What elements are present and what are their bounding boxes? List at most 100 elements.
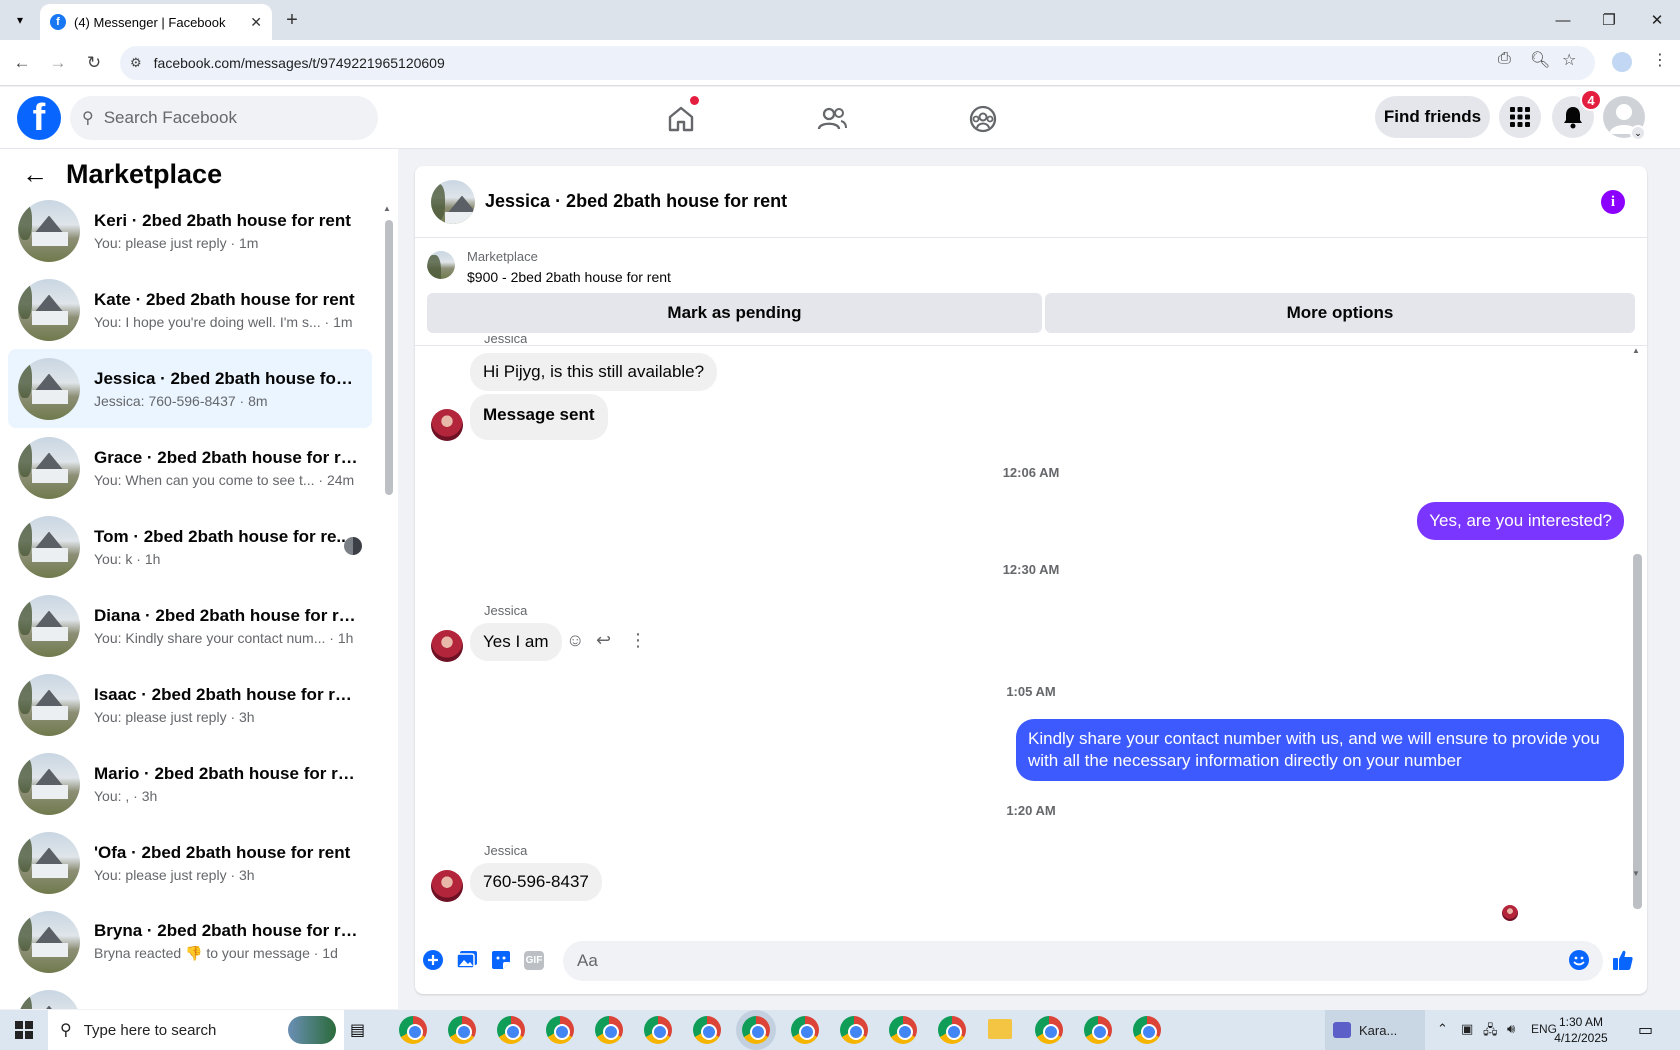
incoming-message[interactable]: Hi Pijyg, is this still available? — [470, 353, 718, 391]
seen-receipt-avatar — [1502, 905, 1518, 921]
site-info-icon[interactable]: ⚙ — [130, 55, 142, 71]
conversation-item[interactable]: 'Ofa · 2bed 2bath house for rent You: ple… — [8, 823, 372, 902]
camera-icon[interactable]: ▣ — [1461, 1021, 1473, 1037]
account-chevron-icon[interactable]: ⌄ — [1630, 125, 1646, 141]
facebook-search[interactable]: ⚲ — [70, 96, 378, 140]
listing-title[interactable]: $900 - 2bed 2bath house for rent — [467, 269, 671, 285]
conversation-item[interactable]: Kate · 2bed 2bath house for rent You: I h… — [8, 270, 372, 349]
close-tab-icon[interactable]: ✕ — [250, 14, 262, 31]
incoming-message[interactable]: Yes I am — [470, 623, 562, 661]
search-input[interactable] — [103, 108, 354, 128]
friends-nav-icon[interactable] — [812, 99, 852, 139]
chrome-menu-icon[interactable]: ⋮ — [1652, 50, 1668, 70]
plus-icon[interactable] — [421, 948, 445, 972]
chrome-taskbar-icon[interactable] — [938, 1016, 966, 1044]
sticker-icon[interactable] — [489, 948, 513, 972]
scroll-up-arrow[interactable]: ▲ — [383, 204, 391, 213]
conversation-item[interactable]: Keri · 2bed 2bath house for rent You: ple… — [8, 191, 372, 270]
react-emoji-icon[interactable]: ☺ — [566, 630, 584, 651]
minimize-button[interactable]: — — [1548, 6, 1578, 34]
conversation-item[interactable]: Mario · 2bed 2bath house for rent You: , … — [8, 744, 372, 823]
outgoing-message[interactable]: Yes, are you interested? — [1417, 502, 1624, 540]
conversation-item[interactable]: Grace · 2bed 2bath house for rent You: Wh… — [8, 428, 372, 507]
reply-icon[interactable]: ↩ — [596, 630, 611, 651]
groups-nav-icon[interactable] — [963, 99, 1003, 139]
clock[interactable]: 1:30 AM 4/12/2025 — [1545, 1014, 1617, 1046]
zoom-icon[interactable]: 🔍︎ — [1530, 50, 1550, 70]
chrome-taskbar-icon[interactable] — [595, 1016, 623, 1044]
conversation-item[interactable]: Tom · 2bed 2bath house for re... You: k ·… — [8, 507, 372, 586]
network-icon[interactable]: 🖧︎ — [1483, 1021, 1498, 1043]
new-tab-button[interactable]: + — [280, 8, 304, 32]
jessica-avatar[interactable] — [431, 870, 463, 902]
conversation-item[interactable]: Isaac · 2bed 2bath house for rent You: pl… — [8, 665, 372, 744]
jessica-avatar[interactable] — [431, 630, 463, 662]
back-arrow-icon[interactable]: ← — [22, 159, 48, 190]
chrome-taskbar-icon[interactable] — [1084, 1016, 1112, 1044]
more-actions-icon[interactable]: ⋮ — [629, 630, 647, 651]
chat-scroll-thumb[interactable] — [1633, 554, 1642, 909]
chevron-up-icon[interactable]: ⌃ — [1437, 1021, 1448, 1037]
message-input[interactable] — [563, 941, 1603, 981]
reload-button[interactable]: ↻ — [80, 49, 108, 77]
install-app-icon[interactable]: ⎙ — [1498, 50, 1511, 68]
tab-search-button[interactable]: ▾ — [8, 8, 32, 32]
gif-icon[interactable]: GIF — [522, 948, 546, 972]
photo-icon[interactable] — [455, 948, 479, 972]
thumbs-up-icon[interactable] — [1611, 948, 1635, 972]
mark-as-pending-button[interactable]: Mark as pending — [427, 293, 1042, 333]
jessica-avatar[interactable] — [431, 409, 463, 441]
facebook-logo[interactable]: f — [17, 96, 61, 140]
menu-grid-button[interactable] — [1499, 96, 1541, 138]
back-button[interactable]: ← — [8, 49, 36, 77]
chrome-taskbar-icon[interactable] — [840, 1016, 868, 1044]
forward-button[interactable]: → — [44, 49, 72, 77]
sidebar-scrollbar[interactable]: ▲ — [383, 204, 393, 1004]
start-button[interactable] — [0, 1010, 48, 1050]
outgoing-message[interactable]: Kindly share your contact number with us… — [1016, 719, 1624, 781]
chrome-taskbar-icon[interactable] — [546, 1016, 574, 1044]
tray-app-button[interactable]: Kara... — [1325, 1010, 1425, 1050]
conversation-text: Tom · 2bed 2bath house for re... You: k ·… — [94, 527, 359, 567]
scroll-down-arrow[interactable]: ▼ — [1632, 869, 1640, 878]
chat-scrollbar[interactable]: ▲ ▼ — [1632, 346, 1642, 909]
conversation-item-partial[interactable] — [8, 981, 372, 1009]
chrome-taskbar-icon[interactable] — [399, 1016, 427, 1044]
chrome-taskbar-icon[interactable] — [448, 1016, 476, 1044]
sidebar-scroll-thumb[interactable] — [385, 220, 393, 495]
taskbar-search[interactable]: ⚲ Type here to search — [48, 1010, 344, 1050]
emoji-icon[interactable] — [1567, 948, 1591, 972]
home-notification-dot — [690, 96, 699, 105]
chrome-taskbar-icon[interactable] — [742, 1016, 770, 1044]
chrome-taskbar-icon[interactable] — [693, 1016, 721, 1044]
incoming-message[interactable]: Message sent — [470, 394, 608, 440]
incoming-message[interactable]: 760-596-8437 — [470, 863, 602, 901]
conversation-item[interactable]: Diana · 2bed 2bath house for rent You: Ki… — [8, 586, 372, 665]
chat-title[interactable]: Jessica · 2bed 2bath house for rent — [485, 191, 787, 212]
listing-thumbnail[interactable] — [431, 179, 475, 224]
chrome-taskbar-icon[interactable] — [889, 1016, 917, 1044]
conversation-item[interactable]: Bryna · 2bed 2bath house for rent Bryna r… — [8, 902, 372, 981]
info-icon[interactable]: i — [1601, 190, 1625, 214]
conversation-item[interactable]: Jessica · 2bed 2bath house for re... Jess… — [8, 349, 372, 428]
browser-tab[interactable]: f (4) Messenger | Facebook ✕ — [40, 4, 272, 40]
chrome-taskbar-icon[interactable] — [644, 1016, 672, 1044]
chrome-taskbar-icon[interactable] — [1133, 1016, 1161, 1044]
profile-icon[interactable] — [1612, 52, 1632, 72]
close-window-button[interactable]: ✕ — [1642, 6, 1672, 34]
listing-small-thumbnail[interactable] — [427, 251, 455, 279]
volume-icon[interactable]: 🔊︎ — [1507, 1021, 1515, 1037]
home-nav-icon[interactable] — [661, 99, 701, 139]
scroll-up-arrow[interactable]: ▲ — [1632, 346, 1640, 355]
notification-center-icon[interactable]: ▭ — [1638, 1020, 1653, 1040]
file-explorer-icon[interactable] — [988, 1019, 1012, 1039]
chrome-taskbar-icon[interactable] — [497, 1016, 525, 1044]
chrome-taskbar-icon[interactable] — [791, 1016, 819, 1044]
address-bar[interactable]: ⚙ facebook.com/messages/t/97492219651206… — [120, 46, 1595, 80]
more-options-button[interactable]: More options — [1045, 293, 1635, 333]
find-friends-button[interactable]: Find friends — [1375, 96, 1490, 138]
bookmark-star-icon[interactable]: ☆ — [1562, 50, 1576, 70]
task-view-icon[interactable]: ▤ — [350, 1020, 365, 1040]
chrome-taskbar-icon[interactable] — [1035, 1016, 1063, 1044]
restore-button[interactable]: ❐ — [1594, 6, 1624, 34]
